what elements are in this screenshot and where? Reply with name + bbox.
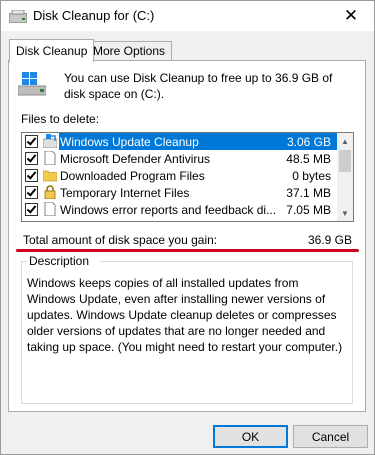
windows-update-icon bbox=[43, 134, 57, 148]
checkbox[interactable] bbox=[25, 152, 38, 165]
file-name: Downloaded Program Files bbox=[60, 169, 205, 183]
scroll-up-icon[interactable]: ▲ bbox=[337, 133, 353, 149]
window-title: Disk Cleanup for (C:) bbox=[33, 8, 155, 23]
list-item[interactable]: Windows error reports and feedback di...… bbox=[22, 201, 337, 218]
tab-disk-cleanup[interactable]: Disk Cleanup bbox=[9, 39, 95, 62]
list-item[interactable]: Windows Update Cleanup 3.06 GB bbox=[22, 133, 337, 150]
file-name: Microsoft Defender Antivirus bbox=[60, 152, 211, 166]
file-size: 0 bytes bbox=[292, 169, 331, 183]
file-size: 37.1 MB bbox=[286, 186, 331, 200]
file-name: Temporary Internet Files bbox=[60, 186, 190, 200]
file-icon bbox=[44, 202, 56, 216]
ok-button[interactable]: OK bbox=[213, 425, 288, 448]
scrollbar[interactable]: ▲ ▼ bbox=[337, 133, 353, 221]
file-name: Windows Update Cleanup bbox=[60, 135, 199, 149]
list-item[interactable]: Microsoft Defender Antivirus 48.5 MB bbox=[22, 150, 337, 167]
checkbox[interactable] bbox=[25, 186, 38, 199]
tab-panel: You can use Disk Cleanup to free up to 3… bbox=[8, 60, 366, 412]
title-bar: Disk Cleanup for (C:) ✕ bbox=[1, 1, 374, 31]
total-space-value: 36.9 GB bbox=[307, 233, 352, 247]
files-to-delete-label: Files to delete: bbox=[21, 112, 100, 126]
checkbox[interactable] bbox=[25, 169, 38, 182]
close-icon: ✕ bbox=[343, 6, 359, 25]
description-text: Windows keeps copies of all installed up… bbox=[27, 276, 343, 354]
checkbox[interactable] bbox=[25, 203, 38, 216]
file-icon bbox=[44, 151, 56, 165]
close-button[interactable]: ✕ bbox=[328, 1, 374, 31]
file-name: Windows error reports and feedback di... bbox=[60, 203, 277, 217]
intro-text: You can use Disk Cleanup to free up to 3… bbox=[64, 71, 333, 101]
files-list[interactable]: Windows Update Cleanup 3.06 GB Microsoft… bbox=[21, 132, 354, 222]
folder-icon bbox=[43, 170, 57, 182]
file-size: 3.06 GB bbox=[286, 135, 331, 149]
scroll-down-icon[interactable]: ▼ bbox=[337, 205, 353, 221]
group-border bbox=[100, 261, 353, 262]
cancel-button[interactable]: Cancel bbox=[293, 425, 368, 448]
list-item[interactable]: Temporary Internet Files 37.1 MB bbox=[22, 184, 337, 201]
tab-more-options[interactable]: More Options bbox=[86, 41, 173, 62]
lock-icon bbox=[44, 185, 56, 199]
file-size: 7.05 MB bbox=[286, 203, 331, 217]
total-space-label: Total amount of disk space you gain: bbox=[23, 233, 218, 247]
file-size: 48.5 MB bbox=[286, 152, 331, 166]
list-item[interactable]: Downloaded Program Files 0 bytes bbox=[22, 167, 337, 184]
annotation-underline bbox=[16, 249, 359, 252]
disk-cleanup-icon bbox=[9, 10, 27, 23]
drive-icon bbox=[18, 72, 46, 96]
checkbox[interactable] bbox=[25, 135, 38, 148]
disk-cleanup-window: Disk Cleanup for (C:) ✕ Disk Cleanup Mor… bbox=[0, 0, 375, 455]
scroll-thumb[interactable] bbox=[339, 150, 351, 172]
description-legend: Description bbox=[27, 254, 92, 268]
